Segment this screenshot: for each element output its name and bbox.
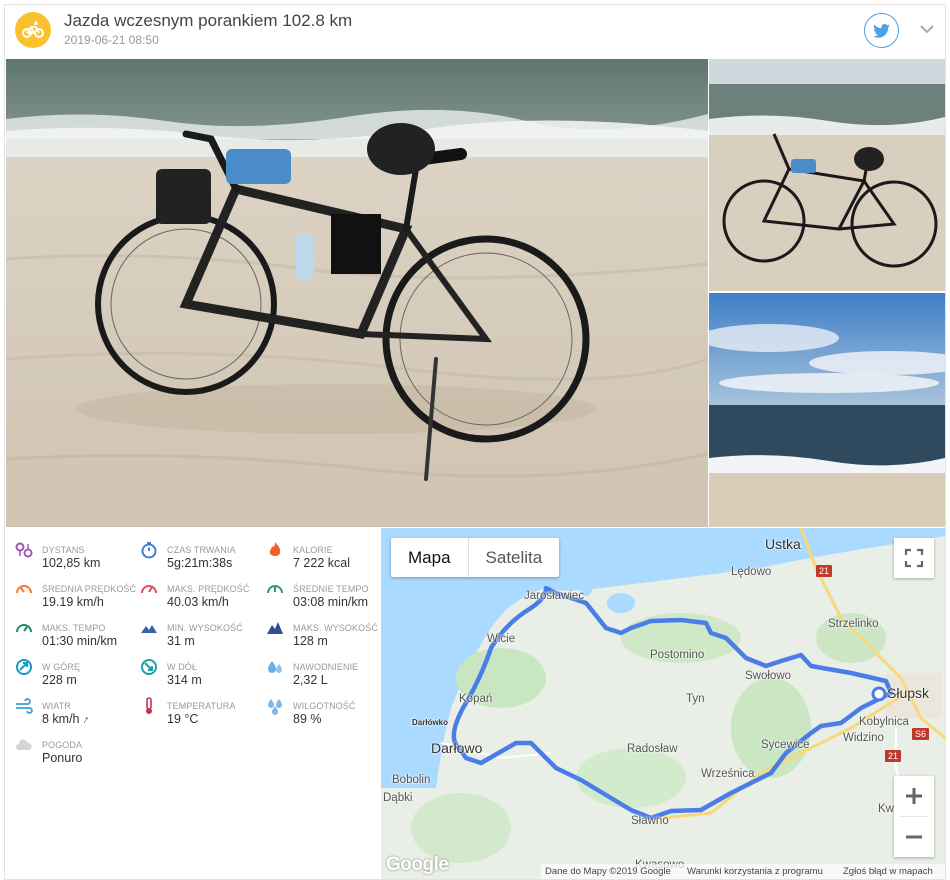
map-town: Swołowo — [745, 670, 792, 682]
activity-date: 2019-06-21 08:50 — [64, 33, 159, 47]
speedometer-max-icon — [141, 585, 157, 594]
map-town: Kw — [878, 803, 894, 815]
map-type-toggle: Mapa Satelita — [391, 538, 560, 577]
plus-icon — [906, 788, 922, 804]
drops-icon — [268, 661, 282, 673]
map-attribution: Dane do Mapy ©2019 Google — [545, 866, 671, 877]
fullscreen-button[interactable] — [894, 538, 934, 578]
wind-direction-arrow-icon: ↑ — [80, 713, 92, 727]
stat-descent: W DÓŁ 314 m — [130, 651, 255, 687]
descent-icon — [141, 659, 157, 675]
map-town: Widzino — [843, 732, 884, 744]
stat-hydration: NAWODNIENIE 2,32 L — [256, 651, 381, 687]
stat-calories: KALORIE 7 222 kcal — [256, 534, 381, 570]
map-town: Bobolin — [392, 774, 431, 786]
google-logo: Google — [386, 854, 449, 875]
road-shield: 21 — [885, 750, 902, 762]
zoom-in-button[interactable] — [894, 776, 934, 816]
map-town: Jarosławiec — [524, 590, 585, 602]
stat-max-altitude: MAKS. WYSOKOŚĆ 128 m — [256, 612, 381, 648]
bike-icon — [15, 12, 51, 48]
thermometer-icon — [146, 697, 152, 714]
activity-card: Jazda wczesnym porankiem 102.8 km 2019-0… — [4, 4, 946, 880]
map-type-map-button[interactable]: Mapa — [391, 538, 468, 577]
map-report-error-link[interactable]: Zgłoś błąd w mapach — [843, 866, 933, 877]
stat-max-speed: MAKS. PRĘDKOŚĆ 40.03 km/h — [130, 573, 255, 609]
stats-panel: DYSTANS 102,85 km CZAS TRWANIA 5g:21m:38… — [5, 528, 381, 879]
map-type-satellite-button[interactable]: Satelita — [467, 538, 560, 577]
route-map[interactable]: Ustka Lędowo Jarosławiec Strzelinko Wici… — [381, 528, 945, 879]
activity-header: Jazda wczesnym porankiem 102.8 km 2019-0… — [5, 5, 945, 59]
fire-icon — [269, 542, 281, 556]
stat-max-pace: MAKS. TEMPO 01:30 min/km — [5, 612, 130, 648]
pace-icon — [267, 585, 283, 594]
menu-toggle-button[interactable] — [917, 19, 937, 39]
distance-icon — [15, 542, 33, 558]
photo-thumb-sea[interactable] — [709, 293, 945, 527]
stat-wind: WIATR 8 km/h ↑ — [5, 690, 130, 727]
stat-min-altitude: MIN. WYSOKOŚĆ 31 m — [130, 612, 255, 648]
humidity-icon — [268, 699, 282, 715]
stat-avg-pace: ŚREDNIE TEMPO 03:08 min/km — [256, 573, 381, 609]
stat-humidity: WILGOTNOŚĆ 89 % — [256, 690, 381, 726]
map-town: Wicie — [487, 633, 516, 645]
map-footer: Dane do Mapy ©2019 Google Warunki korzys… — [541, 864, 945, 879]
stat-duration: CZAS TRWANIA 5g:21m:38s — [130, 534, 255, 570]
pace-max-icon — [16, 624, 32, 633]
map-town: Tyn — [686, 693, 705, 705]
map-town: Postomino — [650, 649, 705, 661]
zoom-out-button[interactable] — [894, 817, 934, 857]
speedometer-icon — [16, 585, 32, 594]
stat-avg-speed: ŚREDNIA PRĘDKOŚĆ 19.19 km/h — [5, 573, 136, 609]
photo-main-bike-on-beach[interactable] — [6, 59, 708, 527]
mountain-max-icon — [267, 622, 283, 634]
road-shield: 21 — [816, 565, 833, 577]
wind-icon — [16, 698, 33, 714]
twitter-share-button[interactable] — [864, 13, 899, 48]
map-town: Sławno — [631, 815, 669, 827]
activity-title: Jazda wczesnym porankiem 102.8 km — [64, 11, 353, 30]
zoom-controls — [894, 776, 934, 857]
map-town: Sycewice — [761, 739, 810, 751]
map-town: Kopań — [459, 693, 493, 705]
map-town: Dąbki — [383, 792, 413, 804]
stat-temperature: TEMPERATURA 19 °C — [130, 690, 255, 726]
chevron-down-icon — [920, 24, 934, 33]
map-town: Lędowo — [731, 566, 772, 578]
stat-weather: POGODA Ponuro — [5, 729, 130, 765]
map-town: Ustka — [765, 536, 801, 552]
map-town: Wrześnica — [701, 768, 755, 780]
fullscreen-icon — [904, 548, 924, 568]
map-town: Darłowo — [431, 740, 483, 756]
map-town: Słupsk — [887, 685, 930, 701]
ascent-icon — [16, 659, 32, 675]
twitter-icon — [873, 23, 890, 38]
stopwatch-icon — [141, 542, 157, 559]
map-town: Kobylnica — [859, 716, 909, 728]
road-shield: S6 — [912, 728, 930, 740]
cloud-icon — [16, 739, 32, 750]
map-town: Radosław — [627, 743, 678, 755]
map-terms-link[interactable]: Warunki korzystania z programu — [687, 866, 823, 877]
mountain-min-icon — [141, 625, 157, 633]
stat-distance: DYSTANS 102,85 km — [5, 534, 130, 570]
map-town: Strzelinko — [828, 618, 879, 630]
photo-thumb-bike[interactable] — [709, 59, 945, 291]
minus-icon — [906, 835, 922, 839]
map-town: Darłówko — [412, 718, 449, 727]
stat-ascent: W GÓRĘ 228 m — [5, 651, 130, 687]
